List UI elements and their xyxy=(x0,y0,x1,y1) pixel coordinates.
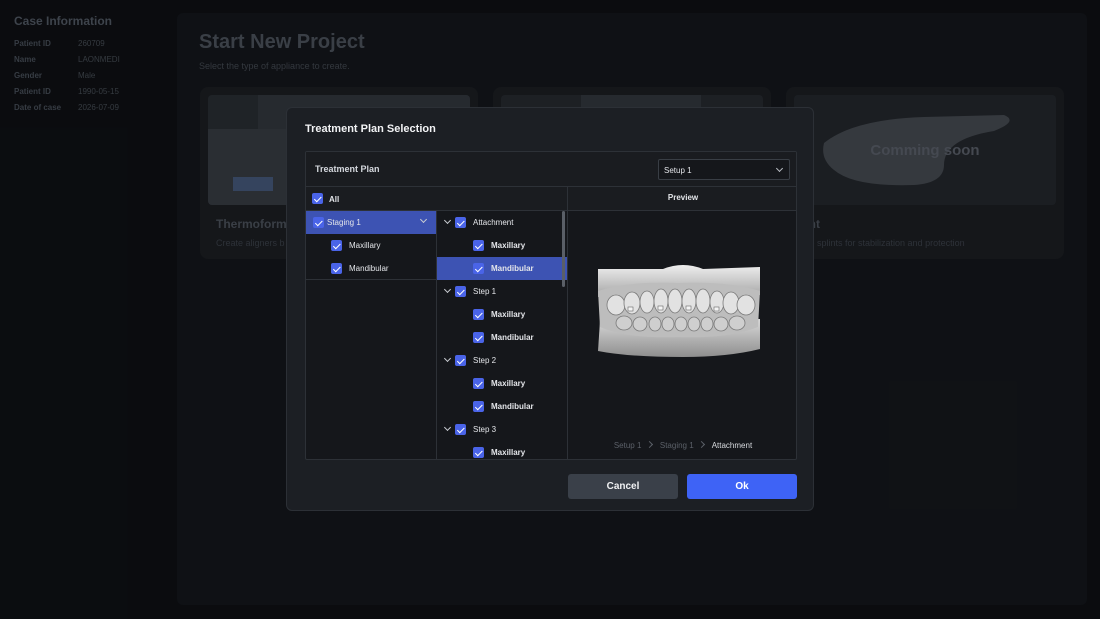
treatment-plan-dialog: Treatment Plan Selection Treatment Plan … xyxy=(286,107,814,511)
breadcrumb-current: Attachment xyxy=(711,441,753,450)
tree-group-row[interactable]: Step 2 xyxy=(437,349,567,372)
plan-panel: Treatment Plan Setup 1 All Preview Stagi… xyxy=(305,151,797,460)
all-label: All xyxy=(329,195,340,204)
checkbox-checked-icon[interactable] xyxy=(473,309,484,320)
checkbox-checked-icon[interactable] xyxy=(331,240,342,251)
tree-label: Step 1 xyxy=(473,287,497,296)
checkbox-checked-icon[interactable] xyxy=(473,378,484,389)
dental-model-preview xyxy=(598,265,760,357)
checkbox-checked-icon[interactable] xyxy=(473,240,484,251)
tree-label: Step 3 xyxy=(473,425,497,434)
tree-label: Mandibular xyxy=(491,333,534,342)
tree-label: Attachment xyxy=(473,218,514,227)
staging-maxillary-label: Maxillary xyxy=(349,241,381,250)
tree-label: Maxillary xyxy=(491,241,526,250)
checkbox-checked-icon[interactable] xyxy=(455,286,466,297)
tree-group-row[interactable]: Step 3 xyxy=(437,418,567,441)
tree-item-row[interactable]: Maxillary xyxy=(437,234,567,257)
plan-select-value: Setup 1 xyxy=(664,166,692,175)
tree-item-row[interactable]: Maxillary xyxy=(437,441,567,459)
tree-item-row[interactable]: Maxillary xyxy=(437,372,567,395)
plan-select[interactable]: Setup 1 xyxy=(658,159,790,180)
tree-item-row[interactable]: Mandibular xyxy=(437,326,567,349)
tree-label: Maxillary xyxy=(491,448,526,457)
chevron-down-icon[interactable] xyxy=(443,354,452,363)
staging-list: Staging 1 Maxillary Mandibular xyxy=(306,211,437,459)
chevron-right-icon xyxy=(697,440,705,449)
plan-label: Treatment Plan xyxy=(315,164,380,174)
staging-label: Staging 1 xyxy=(327,218,361,227)
checkbox-checked-icon[interactable] xyxy=(455,217,466,228)
chevron-down-icon[interactable] xyxy=(443,216,452,225)
checkbox-checked-icon[interactable] xyxy=(473,263,484,274)
preview-label: Preview xyxy=(667,193,699,202)
staging-mandibular-row[interactable]: Mandibular xyxy=(306,257,436,280)
checkbox-checked-icon[interactable] xyxy=(331,263,342,274)
tree-scrollbar[interactable] xyxy=(562,211,565,287)
plan-header: Treatment Plan Setup 1 xyxy=(306,152,796,187)
tree-label: Step 2 xyxy=(473,356,497,365)
checkbox-checked-icon[interactable] xyxy=(473,447,484,458)
ok-button[interactable]: Ok xyxy=(687,474,797,499)
checkbox-checked-icon[interactable] xyxy=(455,424,466,435)
tree-label: Mandibular xyxy=(491,264,534,273)
breadcrumb: Setup 1 Staging 1 Attachment xyxy=(568,440,796,450)
checkbox-checked-icon[interactable] xyxy=(473,332,484,343)
tree-group-row[interactable]: Step 1 xyxy=(437,280,567,303)
chevron-right-icon xyxy=(645,440,653,449)
dialog-title: Treatment Plan Selection xyxy=(305,123,436,135)
tree-label: Maxillary xyxy=(491,310,526,319)
checkbox-checked-icon[interactable] xyxy=(313,217,324,228)
breadcrumb-item[interactable]: Setup 1 xyxy=(614,441,642,450)
tree-label: Mandibular xyxy=(491,402,534,411)
tree-item-row[interactable]: Maxillary xyxy=(437,303,567,326)
tree-group-row[interactable]: Attachment xyxy=(437,211,567,234)
breadcrumb-item[interactable]: Staging 1 xyxy=(660,441,694,450)
checkbox-checked-icon[interactable] xyxy=(312,193,323,204)
tree-item-row-selected[interactable]: Mandibular xyxy=(437,257,567,280)
tree-label: Maxillary xyxy=(491,379,526,388)
chevron-down-icon xyxy=(775,164,784,173)
tree-item-row[interactable]: Mandibular xyxy=(437,395,567,418)
staging-mandibular-label: Mandibular xyxy=(349,264,389,273)
chevron-down-icon[interactable] xyxy=(443,423,452,432)
preview-area: Setup 1 Staging 1 Attachment xyxy=(568,211,796,459)
chevron-down-icon[interactable] xyxy=(443,285,452,294)
staging-row[interactable]: Staging 1 xyxy=(306,211,436,234)
chevron-down-icon[interactable] xyxy=(419,215,428,224)
staging-maxillary-row[interactable]: Maxillary xyxy=(306,234,436,257)
checkbox-checked-icon[interactable] xyxy=(455,355,466,366)
step-tree: Attachment Maxillary Mandibular Step 1 M… xyxy=(437,211,568,459)
all-row[interactable]: All xyxy=(306,187,568,211)
cancel-button[interactable]: Cancel xyxy=(568,474,678,499)
checkbox-checked-icon[interactable] xyxy=(473,401,484,412)
